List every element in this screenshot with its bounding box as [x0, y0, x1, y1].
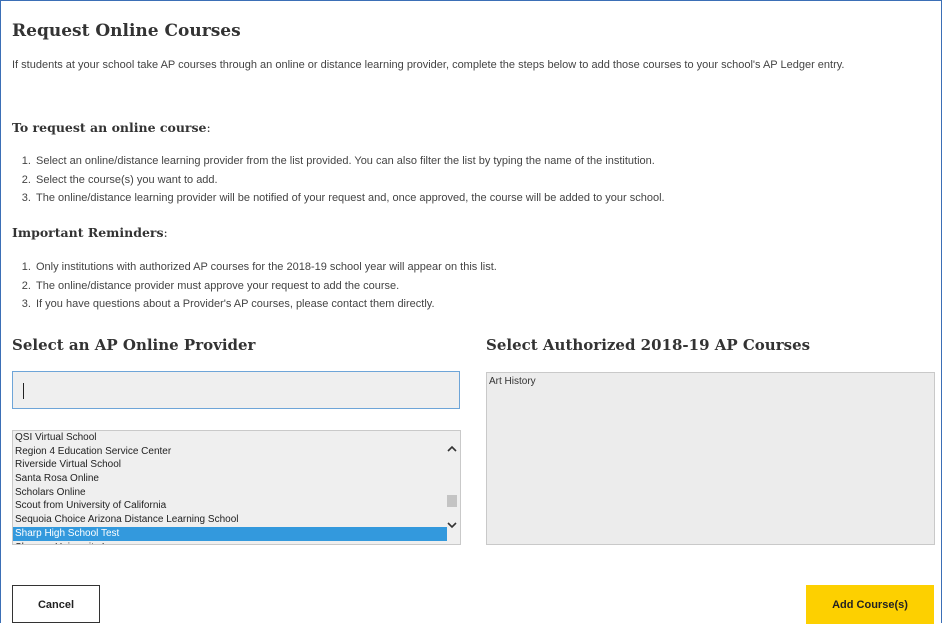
- provider-items: QSI Virtual School Region 4 Education Ser…: [13, 431, 447, 545]
- list-item: Select the course(s) you want to add.: [34, 171, 665, 190]
- list-item: The online/distance provider must approv…: [34, 277, 497, 296]
- course-panel-title: Select Authorized 2018-19 AP Courses: [486, 336, 811, 354]
- provider-option[interactable]: QSI Virtual School: [13, 431, 447, 445]
- request-heading: To request an online course:: [12, 120, 211, 135]
- provider-search-input[interactable]: [12, 371, 460, 409]
- provider-option[interactable]: Sequoia Choice Arizona Distance Learning…: [13, 513, 447, 527]
- intro-text: If students at your school take AP cours…: [12, 59, 845, 71]
- list-item: Select an online/distance learning provi…: [34, 152, 665, 171]
- provider-option[interactable]: Scout from University of California: [13, 499, 447, 513]
- request-steps-list: Select an online/distance learning provi…: [22, 152, 665, 208]
- list-item: The online/distance learning provider wi…: [34, 189, 665, 208]
- list-item: If you have questions about a Provider's…: [34, 295, 497, 314]
- course-items: Art History: [487, 373, 934, 387]
- list-item: Only institutions with authorized AP cou…: [34, 258, 497, 277]
- scrollbar-thumb[interactable]: [447, 495, 457, 507]
- course-option[interactable]: Art History: [487, 373, 934, 387]
- reminders-list: Only institutions with authorized AP cou…: [22, 258, 497, 314]
- provider-option[interactable]: Region 4 Education Service Center: [13, 445, 447, 459]
- add-courses-button[interactable]: Add Course(s): [806, 585, 934, 624]
- provider-option[interactable]: Riverside Virtual School: [13, 458, 447, 472]
- page-title: Request Online Courses: [12, 21, 241, 41]
- provider-listbox[interactable]: QSI Virtual School Region 4 Education Ser…: [12, 430, 461, 545]
- course-listbox[interactable]: Art History: [486, 372, 935, 545]
- text-caret: [23, 383, 24, 399]
- cancel-button[interactable]: Cancel: [12, 585, 100, 623]
- provider-panel-title: Select an AP Online Provider: [12, 336, 256, 354]
- provider-option[interactable]: Scholars Online: [13, 486, 447, 500]
- provider-option[interactable]: Santa Rosa Online: [13, 472, 447, 486]
- reminders-heading: Important Reminders:: [12, 225, 168, 240]
- provider-option[interactable]: Shmoop University Inc: [13, 541, 447, 545]
- chevron-up-icon[interactable]: [446, 443, 458, 455]
- provider-option[interactable]: Sharp High School Test: [13, 526, 447, 541]
- chevron-down-icon[interactable]: [446, 519, 458, 531]
